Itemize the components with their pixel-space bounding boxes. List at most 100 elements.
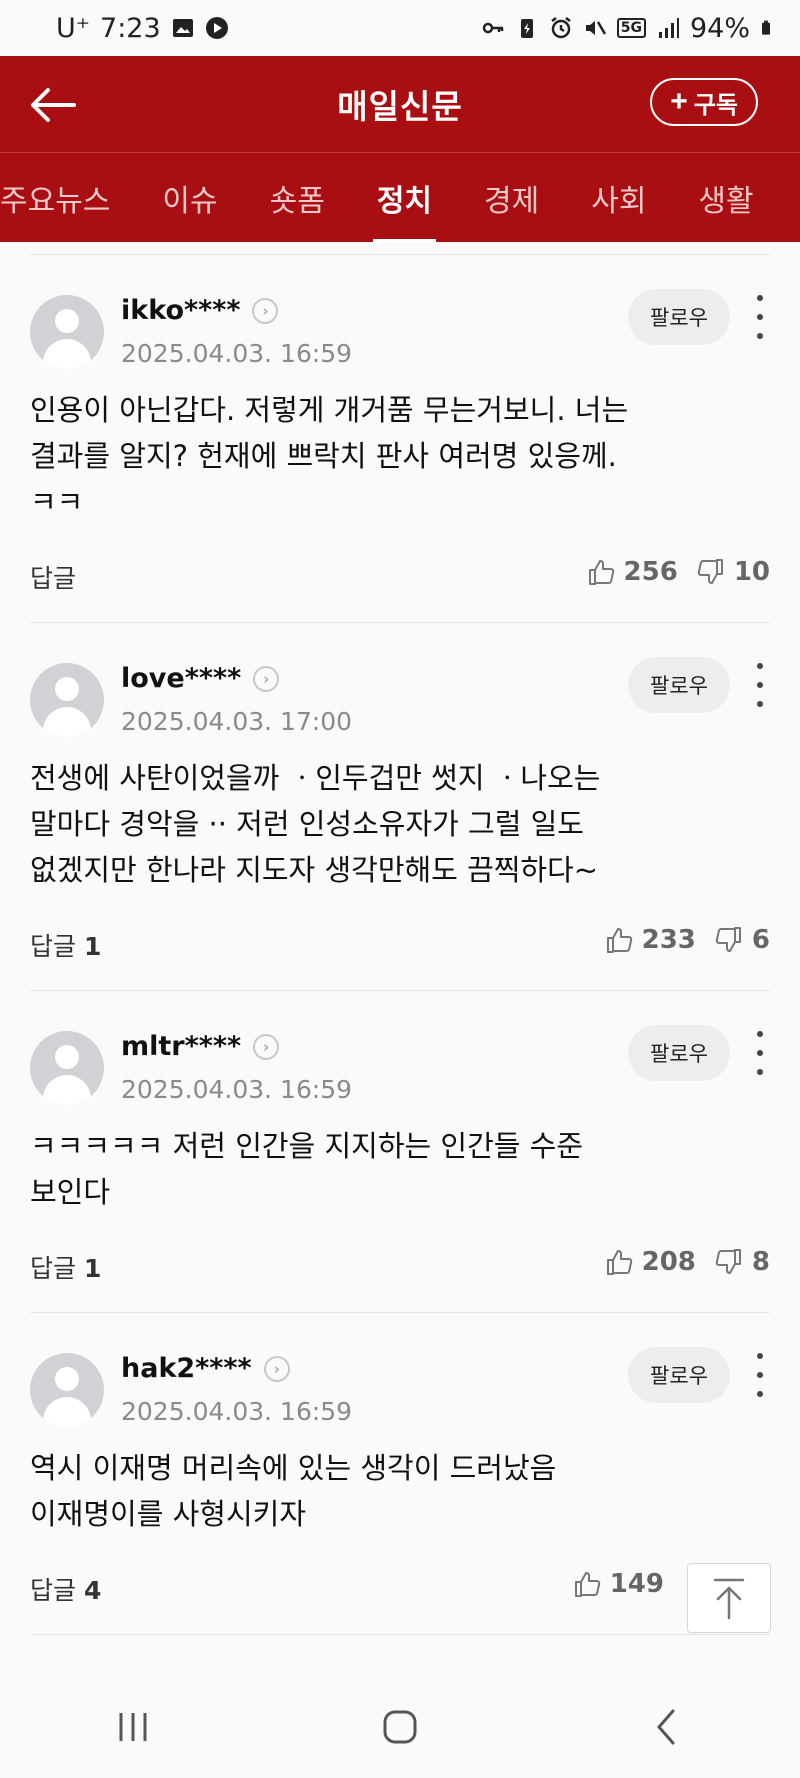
like-button[interactable]: 149 [572,1569,664,1599]
reply-button[interactable]: 답글 [30,559,84,595]
comment-line: 이재명이를 사형시키자 [30,1497,307,1531]
chevron-left-icon [656,1709,675,1745]
comment-line: 보인다 [30,1175,111,1209]
dislike-button[interactable]: 8 [714,1247,770,1277]
youtube-icon [205,17,228,39]
comment-username[interactable]: ikko**** › [121,295,279,326]
comment-line: ㅋㅋㅋㅋㅋ 저런 인간을 지지하는 인간들 수준 [30,1129,584,1163]
subscribe-label: 구독 [693,91,738,119]
comment-username[interactable]: hak2**** › [121,1353,290,1384]
like-button[interactable]: 233 [604,925,696,955]
category-tabs: 주요뉴스 이슈 숏폼 정치 경제 사회 생활 세 [0,152,800,242]
like-count: 208 [641,1247,696,1277]
chevron-right-icon: › [252,297,279,324]
arrow-left-icon [31,88,76,122]
like-button[interactable]: 256 [586,557,678,587]
tab-society[interactable]: 사회 [565,153,672,242]
more-options-icon[interactable] [748,663,772,707]
follow-button[interactable]: 팔로우 [628,657,730,713]
comment-username[interactable]: love**** › [121,663,280,694]
more-options-icon[interactable] [748,295,772,339]
username-text: love**** [121,663,242,694]
comment-line: 없겠지만 한나라 지도자 생각만해도 끔찍하다~ [30,853,599,887]
vote-group: 256 10 [586,557,770,587]
reply-button[interactable]: 답글 1 [30,927,101,963]
reply-label: 답글 [30,564,77,593]
comment-item: love**** › 2025.04.03. 17:00 팔로우 전생에 사탄이… [0,623,800,990]
dislike-button[interactable]: 6 [714,925,770,955]
tab-politics[interactable]: 정치 [351,153,458,242]
avatar[interactable] [30,1353,104,1427]
carrier-label: U⁺ [56,12,91,44]
recent-apps-icon [119,1713,147,1741]
comment-line: ㅋㅋ [30,485,84,519]
comment-text: 전생에 사탄이었을까 ㆍ인두겁만 썻지 ㆍ나오는 말마다 경악을 ·· 저런 인… [30,755,710,893]
back-button[interactable] [26,78,80,132]
reply-label: 답글 [30,1254,77,1283]
tab-label: 이슈 [162,183,218,219]
dislike-count: 10 [733,557,770,587]
dislike-count: 6 [751,925,770,955]
comment-date: 2025.04.03. 16:59 [121,1075,353,1104]
dislike-button[interactable]: 10 [696,557,770,587]
alarm-icon [551,17,571,39]
chevron-right-icon: › [263,1355,290,1382]
tab-issue[interactable]: 이슈 [136,153,243,242]
clock: 7:23 [100,12,161,44]
comment-line: 결과를 알지? 헌재에 쁘락치 판사 여러명 있응께. [30,439,617,473]
comment-text: 인용이 아닌갑다. 저렇게 개거품 무는거보니. 너는 결과를 알지? 헌재에 … [30,387,710,525]
subscribe-button[interactable]: + 구독 [650,78,758,126]
page-title: 매일신문 [337,87,463,126]
tab-main-news[interactable]: 주요뉴스 [0,153,136,242]
username-text: hak2**** [121,1353,252,1384]
reply-count: 4 [84,1576,102,1605]
comment-item: mltr**** › 2025.04.03. 16:59 팔로우 ㅋㅋㅋㅋㅋ 저… [0,991,800,1312]
thumbs-up-icon [588,560,614,585]
dislike-count: 8 [751,1247,770,1277]
comment-date: 2025.04.03. 16:59 [121,1397,353,1426]
avatar[interactable] [30,663,104,737]
follow-button[interactable]: 팔로우 [628,289,730,345]
battery-saver-icon [520,19,533,38]
reply-count: 1 [84,1254,102,1283]
follow-button[interactable]: 팔로우 [628,1025,730,1081]
reply-label: 답글 [30,1576,77,1605]
scroll-to-top-button[interactable] [687,1563,771,1633]
avatar[interactable] [30,1031,104,1105]
network-5g-label: 5G [616,18,646,38]
reply-button[interactable]: 답글 1 [30,1249,101,1285]
tab-economy[interactable]: 경제 [458,153,565,242]
comment-line: 인용이 아닌갑다. 저렇게 개거품 무는거보니. 너는 [30,393,629,427]
more-options-icon[interactable] [748,1353,772,1397]
more-options-icon[interactable] [748,1031,772,1075]
like-button[interactable]: 208 [604,1247,696,1277]
tab-shortform[interactable]: 숏폼 [244,153,351,242]
home-button[interactable] [360,1697,440,1757]
chevron-right-icon: › [253,665,280,692]
chevron-right-icon: › [253,1033,280,1060]
tab-label: 경제 [484,183,540,219]
comment-username[interactable]: mltr**** › [121,1031,280,1062]
tab-label: 숏폼 [269,183,325,219]
signal-icon [658,18,679,38]
follow-button[interactable]: 팔로우 [628,1347,730,1403]
system-nav-bar [0,1676,800,1778]
battery-percent: 94% [689,12,750,44]
thumbs-up-icon [574,1572,600,1597]
app-header: 매일신문 + 구독 [0,56,800,152]
recent-apps-button[interactable] [93,1697,173,1757]
thumbs-up-icon [606,1250,632,1275]
tab-label: 정치 [376,183,433,219]
username-text: ikko**** [121,295,241,326]
avatar[interactable] [30,295,104,369]
like-count: 256 [623,557,678,587]
plus-icon: + [670,85,688,118]
tab-life[interactable]: 생활 [672,153,779,242]
key-icon [482,22,503,34]
reply-button[interactable]: 답글 4 [30,1571,101,1607]
divider [30,1634,770,1635]
comment-date: 2025.04.03. 17:00 [121,707,353,736]
comment-line: 말마다 경악을 ·· 저런 인성소유자가 그럴 일도 [30,807,584,841]
tab-world[interactable]: 세 [780,153,800,242]
system-back-button[interactable] [627,1697,707,1757]
